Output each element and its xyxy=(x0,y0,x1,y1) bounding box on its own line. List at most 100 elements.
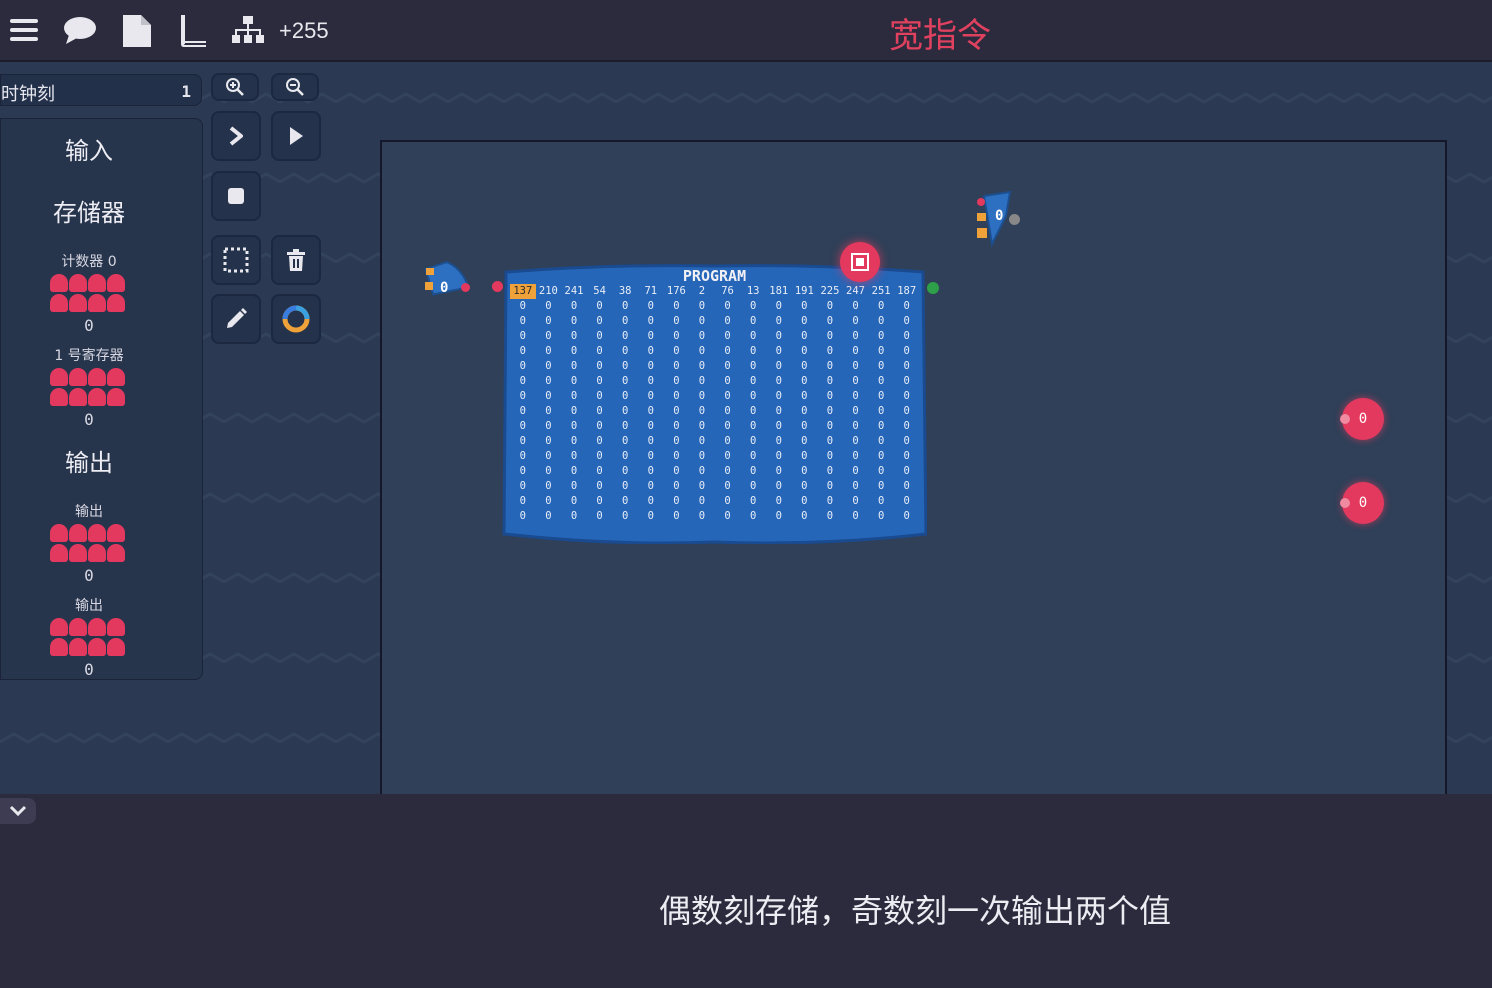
output-node-2-port[interactable] xyxy=(1340,498,1350,508)
program-cell[interactable]: 0 xyxy=(664,299,690,314)
program-cell[interactable]: 0 xyxy=(638,479,664,494)
output-node-1-port[interactable] xyxy=(1340,414,1350,424)
program-cell[interactable]: 0 xyxy=(766,509,792,524)
program-cell[interactable]: 0 xyxy=(536,359,562,374)
program-cell[interactable]: 0 xyxy=(843,494,869,509)
program-cell[interactable]: 0 xyxy=(792,404,818,419)
program-cell[interactable]: 0 xyxy=(689,479,715,494)
program-cell[interactable]: 0 xyxy=(817,314,843,329)
program-cell[interactable]: 0 xyxy=(715,299,741,314)
program-cell[interactable]: 0 xyxy=(894,374,920,389)
program-cell[interactable]: 0 xyxy=(689,509,715,524)
select-button[interactable] xyxy=(211,235,261,285)
program-cell[interactable]: 0 xyxy=(561,314,587,329)
program-cell[interactable]: 0 xyxy=(587,314,613,329)
program-cell[interactable]: 0 xyxy=(894,404,920,419)
program-header-cell[interactable]: 247 xyxy=(843,284,869,299)
program-cell[interactable]: 0 xyxy=(536,494,562,509)
program-cell[interactable]: 0 xyxy=(766,464,792,479)
program-cell[interactable]: 0 xyxy=(792,344,818,359)
program-cell[interactable]: 0 xyxy=(561,479,587,494)
program-header-cell[interactable]: 137 xyxy=(510,284,536,299)
program-cell[interactable]: 0 xyxy=(510,344,536,359)
program-cell[interactable]: 0 xyxy=(612,509,638,524)
program-cell[interactable]: 0 xyxy=(587,404,613,419)
program-header-cell[interactable]: 71 xyxy=(638,284,664,299)
menu-icon[interactable] xyxy=(8,14,40,46)
program-cell[interactable]: 0 xyxy=(894,359,920,374)
program-cell[interactable]: 0 xyxy=(740,314,766,329)
program-cell[interactable]: 0 xyxy=(638,509,664,524)
program-cell[interactable]: 0 xyxy=(689,374,715,389)
program-cell[interactable]: 0 xyxy=(740,449,766,464)
program-cell[interactable]: 0 xyxy=(766,329,792,344)
program-cell[interactable]: 0 xyxy=(510,434,536,449)
program-cell[interactable]: 0 xyxy=(868,329,894,344)
program-cell[interactable]: 0 xyxy=(792,494,818,509)
program-cell[interactable]: 0 xyxy=(561,464,587,479)
program-cell[interactable]: 0 xyxy=(843,404,869,419)
program-header-cell[interactable]: 225 xyxy=(817,284,843,299)
program-cell[interactable]: 0 xyxy=(638,434,664,449)
program-output-port[interactable] xyxy=(927,282,939,294)
program-cell[interactable]: 0 xyxy=(868,449,894,464)
program-cell[interactable]: 0 xyxy=(510,419,536,434)
program-cell[interactable]: 0 xyxy=(689,434,715,449)
program-cell[interactable]: 0 xyxy=(612,344,638,359)
program-cell[interactable]: 0 xyxy=(868,314,894,329)
hierarchy-icon[interactable] xyxy=(231,14,264,46)
program-cell[interactable]: 0 xyxy=(561,494,587,509)
zoom-out-button[interactable] xyxy=(271,73,319,101)
program-cell[interactable]: 0 xyxy=(689,344,715,359)
program-cell[interactable]: 0 xyxy=(843,374,869,389)
program-cell[interactable]: 0 xyxy=(638,374,664,389)
program-cell[interactable]: 0 xyxy=(792,374,818,389)
program-cell[interactable]: 0 xyxy=(689,299,715,314)
program-cell[interactable]: 0 xyxy=(664,344,690,359)
program-cell[interactable]: 0 xyxy=(740,404,766,419)
program-cell[interactable]: 0 xyxy=(868,479,894,494)
program-cell[interactable]: 0 xyxy=(843,329,869,344)
program-cell[interactable]: 0 xyxy=(740,299,766,314)
program-cell[interactable]: 0 xyxy=(536,314,562,329)
program-cell[interactable]: 0 xyxy=(868,464,894,479)
program-cell[interactable]: 0 xyxy=(894,449,920,464)
program-cell[interactable]: 0 xyxy=(638,494,664,509)
program-cell[interactable]: 0 xyxy=(792,419,818,434)
program-cell[interactable]: 0 xyxy=(612,479,638,494)
program-cell[interactable]: 0 xyxy=(510,449,536,464)
program-cell[interactable]: 0 xyxy=(868,419,894,434)
program-cell[interactable]: 0 xyxy=(715,374,741,389)
program-cell[interactable]: 0 xyxy=(689,389,715,404)
program-cell[interactable]: 0 xyxy=(689,404,715,419)
program-cell[interactable]: 0 xyxy=(536,374,562,389)
program-cell[interactable]: 0 xyxy=(792,299,818,314)
program-cell[interactable]: 0 xyxy=(664,479,690,494)
program-cell[interactable]: 0 xyxy=(612,494,638,509)
program-cell[interactable]: 0 xyxy=(561,404,587,419)
program-cell[interactable]: 0 xyxy=(792,359,818,374)
program-cell[interactable]: 0 xyxy=(843,299,869,314)
program-cell[interactable]: 0 xyxy=(664,329,690,344)
program-cell[interactable]: 0 xyxy=(536,449,562,464)
program-cell[interactable]: 0 xyxy=(843,389,869,404)
program-cell[interactable]: 0 xyxy=(638,449,664,464)
program-cell[interactable]: 0 xyxy=(817,329,843,344)
program-cell[interactable]: 0 xyxy=(510,509,536,524)
program-cell[interactable]: 0 xyxy=(561,374,587,389)
program-cell[interactable]: 0 xyxy=(638,464,664,479)
program-header-cell[interactable]: 38 xyxy=(612,284,638,299)
program-header-cell[interactable]: 241 xyxy=(561,284,587,299)
program-header-cell[interactable]: 187 xyxy=(894,284,920,299)
program-cell[interactable]: 0 xyxy=(689,359,715,374)
program-cell[interactable]: 0 xyxy=(817,464,843,479)
program-header-cell[interactable]: 176 xyxy=(664,284,690,299)
program-cell[interactable]: 0 xyxy=(536,404,562,419)
program-cell[interactable]: 0 xyxy=(664,389,690,404)
program-cell[interactable]: 0 xyxy=(792,449,818,464)
program-cell[interactable]: 0 xyxy=(766,419,792,434)
program-cell[interactable]: 0 xyxy=(536,344,562,359)
program-cell[interactable]: 0 xyxy=(817,479,843,494)
program-cell[interactable]: 0 xyxy=(792,389,818,404)
program-cell[interactable]: 0 xyxy=(689,419,715,434)
